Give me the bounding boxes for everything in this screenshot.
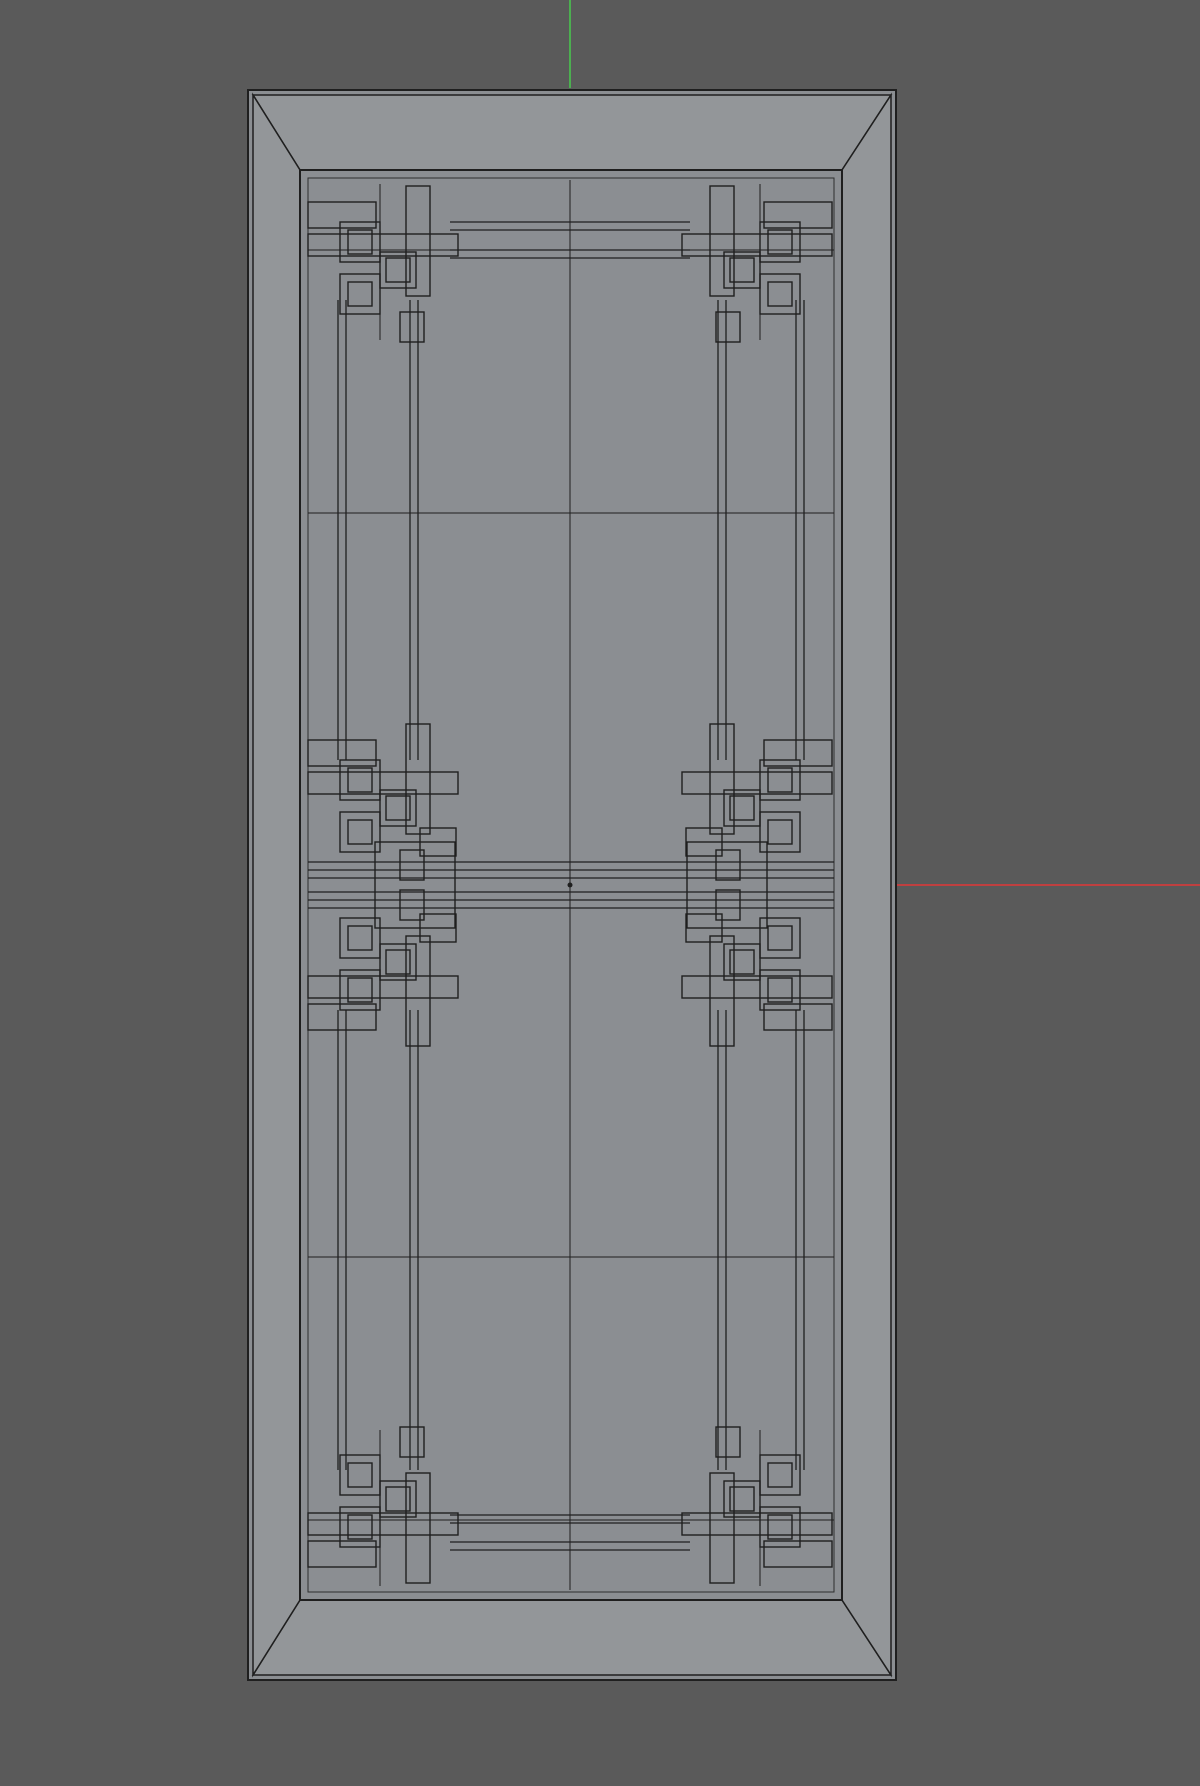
door-panel-mesh[interactable] <box>247 89 897 1681</box>
bevel-left <box>252 92 301 1678</box>
origin-dot-icon <box>567 882 573 888</box>
bevel-bottom <box>251 1599 893 1676</box>
bevel-top <box>251 94 893 171</box>
bevel-right <box>841 92 892 1678</box>
3d-viewport[interactable] <box>0 0 1200 1786</box>
viewport-canvas[interactable] <box>0 0 1200 1786</box>
